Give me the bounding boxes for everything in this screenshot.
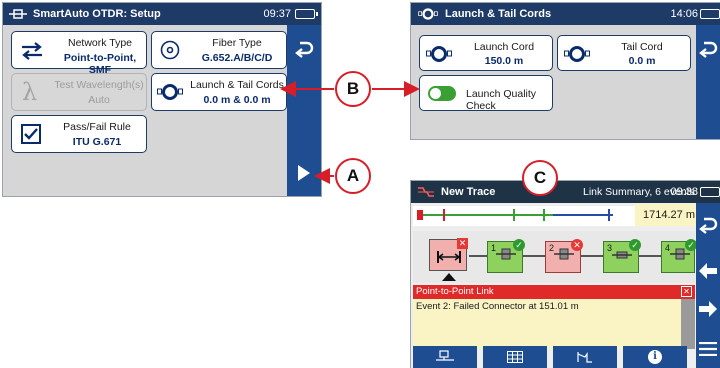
callout-b: B	[335, 71, 371, 107]
callout-c: C	[522, 160, 558, 196]
callout-c-label: C	[533, 168, 547, 187]
callout-b-label: B	[346, 79, 360, 98]
callout-a: A	[335, 158, 371, 194]
callout-a-label: A	[346, 166, 360, 185]
